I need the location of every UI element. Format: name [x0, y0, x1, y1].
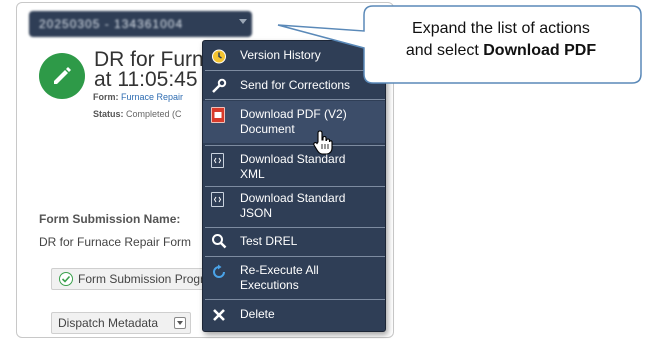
status-value: Completed (C	[126, 109, 182, 119]
form-submission-progress-button[interactable]: Form Submission Progress	[51, 268, 207, 290]
menu-label: Delete	[240, 307, 275, 321]
form-meta: Form: Furnace Repair	[93, 92, 183, 102]
menu-divider	[205, 299, 385, 300]
menu-item-delete[interactable]: Delete	[203, 307, 385, 322]
dispatch-button-label: Dispatch Metadata	[58, 316, 159, 330]
submission-name-label: Form Submission Name:	[39, 212, 181, 226]
search-icon	[212, 234, 227, 249]
menu-label: Test DREL	[240, 234, 298, 248]
wrench-icon	[212, 78, 227, 93]
menu-divider	[205, 256, 385, 257]
menu-divider	[205, 186, 385, 187]
menu-label-line2: XML	[240, 167, 265, 181]
menu-item-download-xml[interactable]: Download Standard XML	[203, 152, 385, 182]
json-file-icon	[211, 192, 224, 207]
menu-label-line1: Re-Execute All	[240, 263, 319, 277]
menu-item-test-drel[interactable]: Test DREL	[203, 234, 385, 249]
actions-menu: Version History Send for Corrections Dow…	[202, 40, 386, 332]
status-meta: Status: Completed (C	[93, 109, 182, 119]
menu-label-line2: JSON	[240, 206, 273, 220]
menu-divider	[205, 70, 385, 71]
progress-button-label: Form Submission Progress	[78, 272, 206, 286]
menu-label: Send for Corrections	[240, 78, 351, 92]
clock-icon	[212, 49, 226, 64]
menu-item-download-json[interactable]: Download Standard JSON	[203, 191, 385, 221]
menu-divider	[205, 227, 385, 228]
menu-item-download-pdf[interactable]: Download PDF (V2) Document	[203, 101, 385, 143]
dispatch-metadata-button[interactable]: Dispatch Metadata	[51, 312, 191, 334]
callout-line2: and select Download PDF	[372, 40, 630, 62]
callout-line1: Expand the list of actions	[412, 20, 590, 37]
hand-cursor-icon	[313, 130, 333, 155]
submission-id-dropdown[interactable]: 20250305 - 134361004	[29, 11, 252, 37]
pdf-file-icon	[211, 107, 225, 123]
pencil-icon	[54, 67, 71, 84]
menu-label-line2: Executions	[240, 278, 299, 292]
check-circle-icon	[59, 272, 73, 286]
callout-line2-prefix: and select	[405, 42, 484, 59]
callout-text: Expand the list of actions and select Do…	[372, 18, 630, 62]
menu-item-version-history[interactable]: Version History	[203, 48, 385, 64]
menu-item-re-execute[interactable]: Re-Execute All Executions	[203, 263, 385, 293]
menu-divider	[205, 99, 385, 100]
menu-divider	[205, 145, 385, 146]
menu-label-line1: Download Standard	[240, 191, 346, 205]
chevron-down-icon[interactable]	[174, 317, 186, 329]
chevron-down-icon[interactable]	[239, 19, 247, 24]
status-label: Status:	[93, 109, 124, 119]
xml-file-icon	[211, 153, 224, 168]
edit-avatar	[39, 53, 85, 99]
form-link[interactable]: Furnace Repair	[121, 92, 183, 102]
refresh-icon	[213, 264, 225, 278]
callout-line2-bold: Download PDF	[483, 42, 597, 59]
form-label: Form:	[93, 92, 119, 102]
submission-name-value: DR for Furnace Repair Form	[39, 235, 192, 249]
menu-item-send-for-corrections[interactable]: Send for Corrections	[203, 78, 385, 93]
menu-label-line1: Download PDF (V2)	[240, 107, 347, 121]
menu-label: Version History	[240, 48, 321, 62]
close-icon	[213, 309, 225, 321]
